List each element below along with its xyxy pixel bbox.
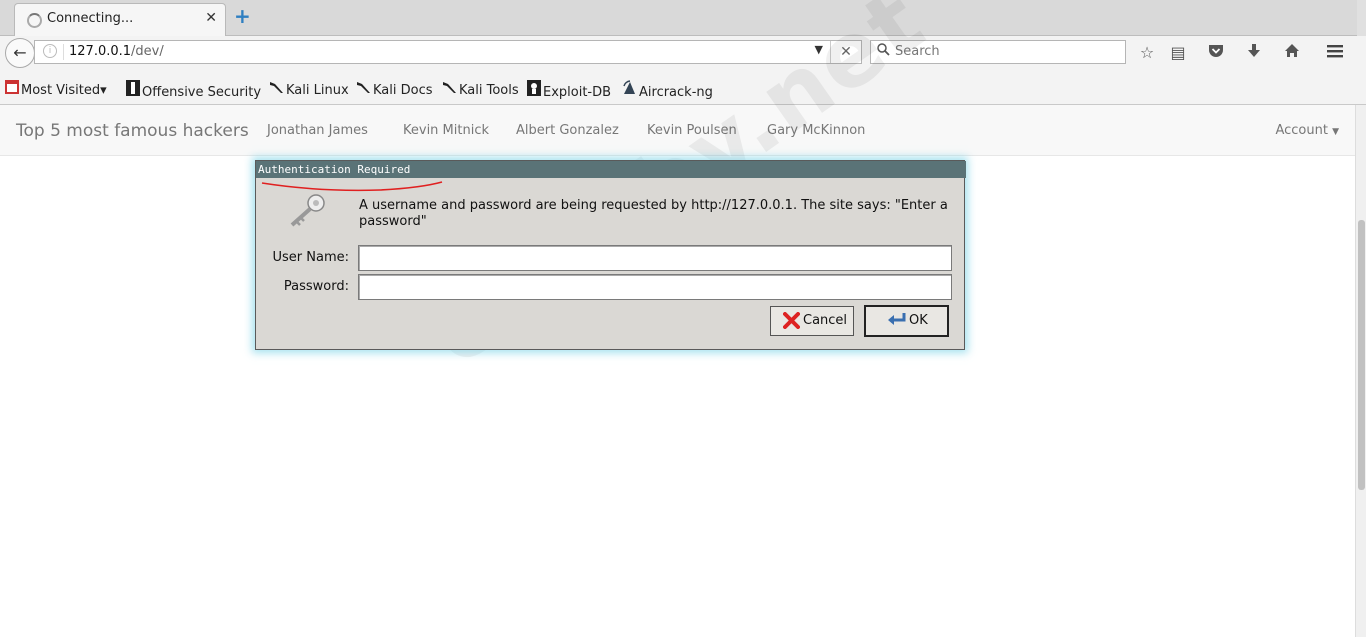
page-scrollbar[interactable] [1355, 105, 1366, 637]
aircrack-icon [622, 80, 637, 99]
url-path: /dev/ [131, 44, 164, 59]
username-field[interactable] [358, 245, 952, 271]
navigation-toolbar: ← i 127.0.0.1/dev/ ▼ ✕ Search ☆ ▤ [0, 36, 1366, 70]
browser-tab[interactable]: Connecting... ✕ [14, 3, 226, 36]
caret-down-icon: ▼ [1332, 127, 1339, 137]
site-brand[interactable]: Top 5 most famous hackers [16, 121, 249, 141]
bookmark-kali-docs[interactable]: Kali Docs [356, 80, 433, 98]
site-info-icon[interactable]: i [43, 44, 57, 58]
account-dropdown[interactable]: Account ▼ [1275, 123, 1339, 138]
cancel-label: Cancel [803, 313, 848, 328]
bookmark-label: Kali Linux [286, 83, 349, 98]
auth-dialog: Authentication Required A username and p… [255, 160, 966, 350]
bookmarks-toolbar: Most Visited▾ Offensive Security Kali Li… [0, 70, 1366, 105]
download-icon[interactable] [1242, 43, 1266, 63]
ok-button[interactable]: OK [864, 305, 949, 337]
bookmark-label: Most Visited [21, 83, 101, 98]
tab-strip: Connecting... ✕ + [0, 0, 1366, 36]
key-icon [290, 194, 325, 227]
menu-icon[interactable] [1323, 43, 1347, 62]
home-icon[interactable] [1280, 43, 1304, 62]
url-separator [63, 44, 64, 60]
pocket-icon[interactable] [1204, 43, 1228, 62]
most-visited-icon [5, 80, 19, 97]
username-label: User Name: [272, 250, 350, 265]
reading-list-icon[interactable]: ▤ [1166, 43, 1190, 62]
bookmark-kali-linux[interactable]: Kali Linux [269, 80, 349, 98]
bookmark-exploit-db[interactable]: Exploit-DB [527, 80, 611, 100]
kali-dragon-icon [442, 80, 457, 97]
enter-arrow-icon [888, 313, 906, 325]
offsec-icon [126, 80, 140, 99]
bookmark-offensive-security[interactable]: Offensive Security [126, 80, 261, 100]
nav-link-jonathan-james[interactable]: Jonathan James [267, 123, 368, 138]
bookmark-star-icon[interactable]: ☆ [1135, 43, 1159, 62]
back-button[interactable]: ← [5, 38, 35, 68]
bookmark-label: Exploit-DB [543, 85, 612, 100]
loading-spinner-icon [27, 13, 42, 28]
nav-link-kevin-mitnick[interactable]: Kevin Mitnick [403, 123, 489, 138]
cancel-button[interactable]: Cancel [770, 306, 854, 336]
bookmark-label: Kali Docs [373, 83, 433, 98]
scrollbar-thumb[interactable] [1358, 220, 1365, 490]
dialog-message: A username and password are being reques… [359, 198, 948, 229]
chevron-down-icon: ▾ [100, 83, 107, 98]
bookmark-kali-tools[interactable]: Kali Tools [442, 80, 519, 98]
ok-label: OK [909, 313, 928, 328]
cancel-x-icon [783, 312, 800, 329]
password-field[interactable] [358, 274, 952, 300]
url-host: 127.0.0.1 [69, 44, 132, 59]
bookmark-label: Offensive Security [142, 85, 262, 100]
tab-title: Connecting... [47, 11, 134, 26]
exploitdb-icon [527, 80, 541, 99]
password-label: Password: [283, 279, 349, 294]
url-text: 127.0.0.1/dev/ [69, 44, 164, 59]
dialog-title: Authentication Required [256, 161, 966, 178]
url-bar[interactable]: i 127.0.0.1/dev/ ▼ ✕ [34, 40, 862, 64]
nav-link-albert-gonzalez[interactable]: Albert Gonzalez [516, 123, 619, 138]
bookmark-label: Kali Tools [459, 83, 519, 98]
bookmark-most-visited[interactable]: Most Visited▾ [5, 80, 107, 98]
account-label: Account [1275, 123, 1328, 138]
kali-dragon-icon [356, 80, 371, 97]
kali-dragon-icon [269, 80, 284, 97]
close-tab-icon[interactable]: ✕ [205, 10, 217, 26]
new-tab-icon[interactable]: + [234, 6, 251, 26]
